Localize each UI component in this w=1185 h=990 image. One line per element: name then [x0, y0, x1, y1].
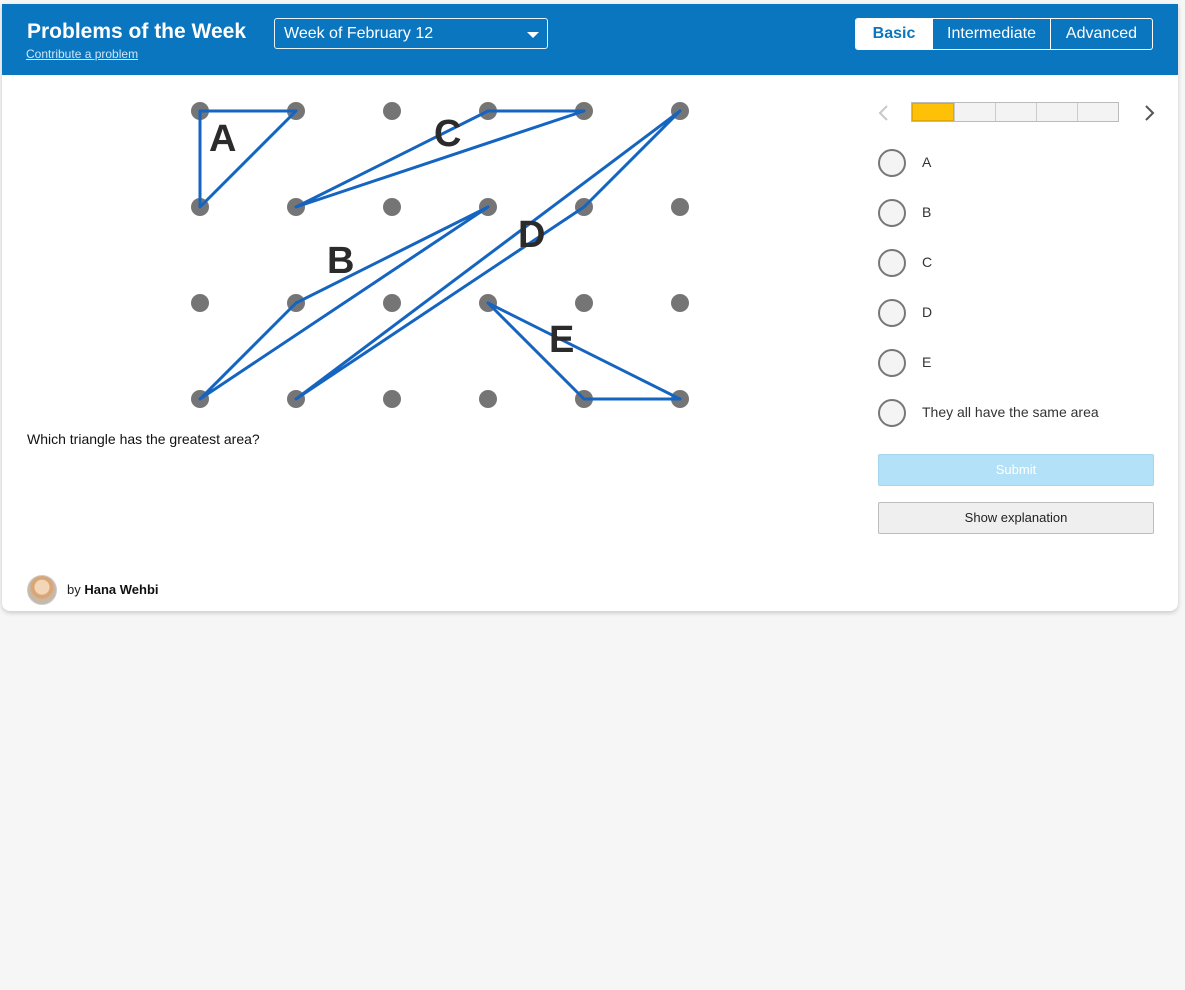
level-advanced-button[interactable]: Advanced [1050, 19, 1152, 49]
option-label: B [922, 204, 932, 220]
option-label: C [922, 254, 933, 270]
option-e[interactable]: E [878, 349, 1168, 377]
option-label: They all have the same area [922, 404, 1099, 420]
option-label: A [922, 154, 932, 170]
option-d[interactable]: D [878, 299, 1168, 327]
triangle-e [486, 301, 682, 401]
avatar [27, 575, 57, 605]
radio-icon[interactable] [878, 399, 906, 427]
label-c: C [434, 113, 461, 155]
option-b[interactable]: B [878, 199, 1168, 227]
radio-icon[interactable] [878, 349, 906, 377]
chevron-left-icon[interactable] [874, 102, 894, 124]
level-toggle: Basic Intermediate Advanced [855, 18, 1153, 50]
level-basic-button[interactable]: Basic [856, 19, 932, 49]
show-explanation-button[interactable]: Show explanation [878, 502, 1154, 534]
label-e: E [549, 319, 574, 361]
progress-segment-3[interactable] [995, 103, 1036, 121]
option-label: D [922, 304, 933, 320]
triangle-grid-figure: A B C D E [191, 102, 689, 408]
level-intermediate-button[interactable]: Intermediate [932, 19, 1050, 49]
radio-icon[interactable] [878, 149, 906, 177]
progress-bar [911, 102, 1119, 122]
author-name: Hana Wehbi [84, 582, 159, 597]
option-c[interactable]: C [878, 249, 1168, 277]
progress-segment-1[interactable] [912, 103, 954, 121]
radio-icon[interactable] [878, 249, 906, 277]
label-b: B [327, 240, 354, 282]
progress-segment-5[interactable] [1077, 103, 1118, 121]
author-byline: by Hana Wehbi [67, 582, 159, 597]
triangle-b [198, 205, 490, 401]
chevron-right-icon[interactable] [1139, 102, 1159, 124]
question-text: Which triangle has the greatest area? [27, 431, 260, 447]
radio-icon[interactable] [878, 199, 906, 227]
option-a[interactable]: A [878, 149, 1168, 177]
progress-segment-2[interactable] [954, 103, 995, 121]
label-a: A [209, 118, 236, 160]
submit-button[interactable]: Submit [878, 454, 1154, 486]
progress-segment-4[interactable] [1036, 103, 1077, 121]
option-same-area[interactable]: They all have the same area [878, 399, 1168, 427]
radio-icon[interactable] [878, 299, 906, 327]
label-d: D [518, 214, 545, 256]
author-prefix: by [67, 582, 81, 597]
problem-card: Problems of the Week Contribute a proble… [2, 4, 1178, 611]
option-label: E [922, 354, 932, 370]
